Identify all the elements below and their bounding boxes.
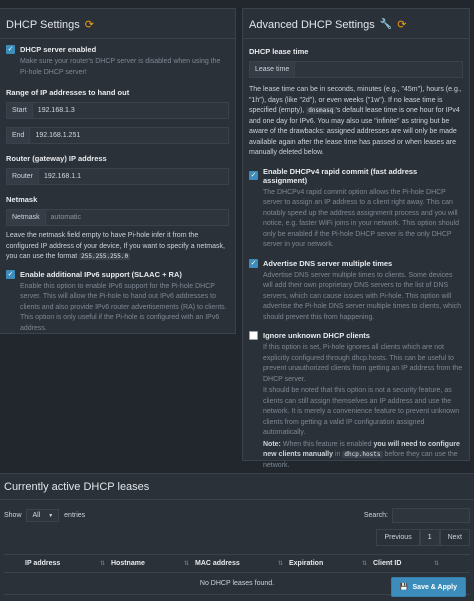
- router-label: Router (gateway) IP address: [6, 154, 107, 163]
- ipv6-row[interactable]: ✓ Enable additional IPv6 support (SLAAC …: [6, 269, 229, 279]
- advertise-dns-checkbox[interactable]: ✓: [249, 258, 258, 268]
- netmask-input[interactable]: automatic: [45, 209, 229, 226]
- ignore-unknown-note: Note: When this feature is enabled you w…: [249, 440, 463, 472]
- start-input-group: Start 192.168.1.3: [6, 102, 229, 119]
- column-label-client-id: Client ID: [373, 560, 402, 567]
- table-header-row: IP address ⇅ Hostname ⇅ MAC address ⇅ Expir…: [4, 554, 470, 573]
- netmask-addon: Netmask: [6, 209, 46, 226]
- column-label-ip: IP address: [25, 560, 61, 567]
- netmask-note: Leave the netmask field empty to have Pi…: [6, 231, 229, 263]
- column-header-ip[interactable]: IP address ⇅: [22, 554, 108, 573]
- search-label: Search:: [363, 512, 388, 519]
- ipv6-label: Enable additional IPv6 support (SLAAC + …: [20, 269, 182, 279]
- entries-select[interactable]: All ▼: [26, 509, 60, 522]
- dhcp-settings-box: DHCP Settings ⟳ ✓ DHCP server enabled Ma…: [0, 8, 236, 334]
- netmask-label: Netmask: [6, 195, 38, 204]
- refresh-icon[interactable]: ⟳: [397, 19, 406, 31]
- rapid-commit-checkbox[interactable]: ✓: [249, 171, 258, 180]
- pagination: Previous 1 Next: [0, 527, 474, 548]
- netmask-format-code: 255.255.255.0: [79, 253, 131, 260]
- actions-column-header: [442, 554, 470, 573]
- column-header-client-id[interactable]: Client ID ⇅: [370, 554, 442, 573]
- search-input[interactable]: [392, 508, 470, 523]
- start-addon: Start: [6, 102, 33, 119]
- dhcp-leases-header: Currently active DHCP leases: [0, 474, 474, 500]
- netmask-input-group: Netmask automatic: [6, 209, 229, 226]
- ignore-unknown-label: Ignore unknown DHCP clients: [263, 331, 370, 340]
- advertise-dns-label: Advertise DNS server multiple times: [263, 258, 393, 268]
- note-bold: Note:: [263, 440, 281, 448]
- column-header-expiration[interactable]: Expiration ⇅: [286, 554, 370, 573]
- sort-icon: ⇅: [433, 561, 439, 567]
- router-ip-input[interactable]: 192.168.1.1: [39, 168, 229, 185]
- lease-description: The lease time can be in seconds, minute…: [249, 85, 463, 159]
- next-button[interactable]: Next: [439, 529, 470, 546]
- ipv6-help: Enable this option to enable IPv6 suppor…: [20, 282, 227, 332]
- end-input-group: End 192.168.1.251: [6, 127, 229, 144]
- ignore-unknown-row[interactable]: Ignore unknown DHCP clients: [249, 331, 463, 340]
- ignore-unknown-checkbox[interactable]: [249, 331, 258, 340]
- dhcp-settings-header: DHCP Settings ⟳: [0, 9, 235, 39]
- lease-time-addon: Lease time: [249, 61, 296, 78]
- column-label-expiration: Expiration: [289, 560, 324, 567]
- entries-select-value: All: [32, 512, 41, 519]
- dhcp-enabled-help: Make sure your router's DHCP server is d…: [20, 58, 221, 76]
- floppy-disk-icon: 💾: [399, 584, 409, 591]
- advertise-dns-row[interactable]: ✓ Advertise DNS server multiple times: [249, 258, 463, 268]
- search-control: Search:: [364, 508, 470, 523]
- lease-desc-2: 's default lease time is one hour for IP…: [249, 107, 460, 156]
- dhcp-enabled-checkbox[interactable]: ✓: [6, 45, 15, 54]
- select-column-header: [4, 554, 22, 573]
- column-header-hostname[interactable]: Hostname ⇅: [108, 554, 192, 573]
- router-addon: Router: [6, 168, 40, 185]
- advertise-dns-help: Advertise DNS server multiple times to c…: [263, 271, 462, 321]
- previous-button[interactable]: Previous: [376, 529, 420, 546]
- sort-icon: ⇅: [183, 561, 189, 567]
- dhcp-hosts-code: dhcp.hosts: [342, 451, 383, 458]
- column-label-mac: MAC address: [195, 560, 240, 567]
- dhcp-enabled-label: DHCP server enabled: [20, 45, 97, 54]
- dhcp-leases-title: Currently active DHCP leases: [4, 481, 150, 493]
- lease-time-input[interactable]: [295, 61, 463, 78]
- rapid-commit-row[interactable]: ✓ Enable DHCPv4 rapid commit (fast addre…: [249, 167, 463, 185]
- advanced-dhcp-header: Advanced DHCP Settings 🔧 ⟳: [243, 9, 469, 39]
- lease-input-group: Lease time: [249, 61, 463, 78]
- column-label-hostname: Hostname: [111, 560, 145, 567]
- page-1-button[interactable]: 1: [419, 529, 440, 546]
- sort-icon: ⇅: [277, 561, 283, 567]
- advanced-dhcp-box: Advanced DHCP Settings 🔧 ⟳ DHCP lease ti…: [242, 8, 470, 469]
- dhcp-settings-title: DHCP Settings: [6, 19, 80, 31]
- advanced-dhcp-title: Advanced DHCP Settings: [249, 19, 375, 31]
- lease-time-label: DHCP lease time: [249, 47, 309, 56]
- dhcp-enabled-row[interactable]: ✓ DHCP server enabled: [6, 45, 229, 54]
- refresh-icon[interactable]: ⟳: [85, 19, 94, 31]
- save-apply-button[interactable]: 💾 Save & Apply: [390, 577, 466, 597]
- router-input-group: Router 192.168.1.1: [6, 168, 229, 185]
- range-label: Range of IP addresses to hand out: [6, 88, 130, 97]
- end-addon: End: [6, 127, 31, 144]
- entries-label: entries: [64, 512, 86, 519]
- chevron-down-icon: ▼: [48, 512, 54, 519]
- start-ip-input[interactable]: 192.168.1.3: [32, 102, 229, 119]
- ignore-unknown-help-1: If this option is set, Pi-hole ignores a…: [263, 344, 463, 383]
- column-header-mac[interactable]: MAC address ⇅: [192, 554, 286, 573]
- save-apply-label: Save & Apply: [412, 583, 457, 591]
- sort-icon: ⇅: [361, 561, 367, 567]
- note-text-1: When this feature is enabled: [280, 440, 374, 448]
- ignore-unknown-help-2: It should be noted that this option is n…: [263, 387, 460, 436]
- end-ip-input[interactable]: 192.168.1.251: [30, 127, 229, 144]
- dnsmasq-code: dnsmasq: [306, 107, 336, 114]
- length-control: Show All ▼ entries: [4, 509, 85, 522]
- table-controls: Show All ▼ entries Search:: [0, 500, 474, 527]
- rapid-commit-label: Enable DHCPv4 rapid commit (fast address…: [263, 166, 418, 185]
- ipv6-checkbox[interactable]: ✓: [6, 269, 15, 279]
- rapid-commit-help: The DHCPv4 rapid commit option allows th…: [263, 188, 459, 249]
- note-text-2: in: [333, 451, 343, 458]
- sort-icon: ⇅: [99, 561, 105, 567]
- wrench-icon: 🔧: [379, 19, 393, 30]
- show-label: Show: [4, 512, 22, 519]
